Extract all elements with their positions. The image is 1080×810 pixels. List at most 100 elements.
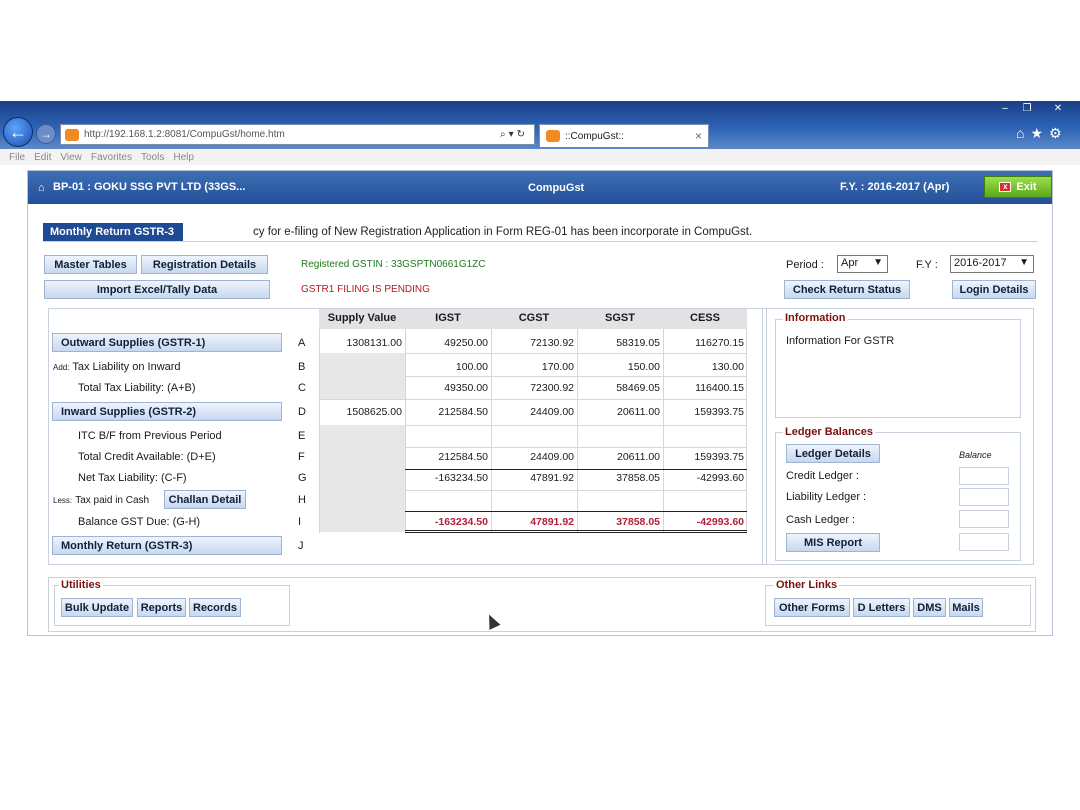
row-label-h: Less: Tax paid in Cash bbox=[53, 494, 149, 506]
header-igst: IGST bbox=[405, 309, 491, 329]
shaded-cells bbox=[319, 353, 405, 399]
grid-line bbox=[405, 447, 747, 448]
inward-supplies-button[interactable]: Inward Supplies (GSTR-2) bbox=[52, 402, 282, 421]
menu-edit[interactable]: Edit bbox=[34, 152, 51, 163]
balance-header: Balance bbox=[959, 450, 992, 460]
news-ticker: cy for e-filing of New Registration Appl… bbox=[253, 226, 753, 238]
cell-a-sgst: 58319.05 bbox=[616, 337, 660, 349]
header-supply-value: Supply Value bbox=[319, 309, 405, 329]
grid-line bbox=[405, 530, 747, 531]
master-tables-button[interactable]: Master Tables bbox=[44, 255, 137, 274]
tab-favicon-icon bbox=[546, 130, 560, 142]
exit-button[interactable]: x Exit bbox=[984, 176, 1052, 198]
close-window-button[interactable]: ✕ bbox=[1040, 101, 1076, 117]
ledger-balances-legend: Ledger Balances bbox=[783, 426, 876, 438]
financial-year: F.Y. : 2016-2017 (Apr) bbox=[840, 181, 950, 193]
cell-d-cgst: 24409.00 bbox=[530, 406, 574, 418]
fy-label: F.Y : bbox=[916, 259, 938, 271]
cell-a-igst: 49250.00 bbox=[444, 337, 488, 349]
grid-line bbox=[405, 329, 406, 533]
home-icon[interactable]: ⌂ bbox=[38, 182, 45, 194]
mails-button[interactable]: Mails bbox=[949, 598, 983, 617]
gear-icon[interactable]: ⚙ bbox=[1049, 125, 1068, 141]
grid-line bbox=[319, 329, 320, 533]
header-sgst: SGST bbox=[577, 309, 663, 329]
login-details-button[interactable]: Login Details bbox=[952, 280, 1036, 299]
liability-ledger-balance bbox=[959, 488, 1009, 506]
fy-select[interactable]: 2016-2017 ▼ bbox=[950, 255, 1034, 273]
back-button[interactable]: ← bbox=[3, 117, 33, 147]
cell-i-sgst: 37858.05 bbox=[616, 516, 660, 528]
home-icon[interactable]: ⌂ bbox=[1016, 125, 1030, 141]
records-button[interactable]: Records bbox=[189, 598, 241, 617]
header-cgst: CGST bbox=[491, 309, 577, 329]
monthly-return-button[interactable]: Monthly Return (GSTR-3) bbox=[52, 536, 282, 555]
cell-c-cgst: 72300.92 bbox=[530, 382, 574, 394]
tab-monthly-return[interactable]: Monthly Return GSTR-3 bbox=[43, 223, 183, 241]
row-letter: E bbox=[298, 430, 306, 442]
information-box bbox=[775, 319, 1021, 418]
tab-title: ::CompuGst:: bbox=[565, 130, 624, 142]
outward-supplies-button[interactable]: Outward Supplies (GSTR-1) bbox=[52, 333, 282, 352]
challan-detail-button[interactable]: Challan Detail bbox=[164, 490, 246, 509]
menu-view[interactable]: View bbox=[60, 152, 82, 163]
row-label-b: Add: Tax Liability on Inward bbox=[53, 361, 181, 373]
registration-details-button[interactable]: Registration Details bbox=[141, 255, 268, 274]
dms-button[interactable]: DMS bbox=[913, 598, 946, 617]
star-icon[interactable]: ★ bbox=[1030, 125, 1049, 141]
cell-d-igst: 212584.50 bbox=[438, 406, 488, 418]
app-header: ⌂ BP-01 : GOKU SSG PVT LTD (33GS... Comp… bbox=[28, 171, 1052, 204]
app-title: CompuGst bbox=[528, 182, 585, 194]
reports-button[interactable]: Reports bbox=[137, 598, 186, 617]
d-letters-button[interactable]: D Letters bbox=[853, 598, 910, 617]
browser-tab[interactable]: ::CompuGst:: × bbox=[539, 124, 709, 147]
ledger-details-button[interactable]: Ledger Details bbox=[786, 444, 880, 463]
row-letter: C bbox=[298, 382, 306, 394]
cell-f-sgst: 20611.00 bbox=[616, 451, 660, 463]
menu-help[interactable]: Help bbox=[173, 152, 194, 163]
header-cess: CESS bbox=[663, 309, 747, 329]
grid-line bbox=[746, 329, 747, 533]
browser-icons[interactable]: ⌂★⚙ bbox=[1016, 125, 1068, 142]
cell-d-cess: 159393.75 bbox=[694, 406, 744, 418]
other-forms-button[interactable]: Other Forms bbox=[774, 598, 850, 617]
menu-file[interactable]: File bbox=[9, 152, 25, 163]
registered-gstin: Registered GSTIN : 33GSPTN0661G1ZC bbox=[301, 259, 486, 270]
fy-value: 2016-2017 bbox=[954, 257, 1007, 269]
cell-c-igst: 49350.00 bbox=[444, 382, 488, 394]
minimize-button[interactable]: – bbox=[994, 101, 1016, 117]
utilities-legend: Utilities bbox=[59, 579, 103, 591]
cell-g-cess: -42993.60 bbox=[696, 472, 744, 484]
bulk-update-button[interactable]: Bulk Update bbox=[61, 598, 133, 617]
address-bar[interactable]: http://192.168.1.2:8081/CompuGst/home.ht… bbox=[60, 124, 535, 145]
cell-g-sgst: 37858.05 bbox=[616, 472, 660, 484]
menu-tools[interactable]: Tools bbox=[141, 152, 164, 163]
import-excel-button[interactable]: Import Excel/Tally Data bbox=[44, 280, 270, 299]
cell-i-cgst: 47891.92 bbox=[530, 516, 574, 528]
grid-line bbox=[577, 329, 578, 533]
less-prefix: Less: bbox=[53, 496, 73, 505]
mis-report-button[interactable]: MIS Report bbox=[786, 533, 880, 552]
exit-label: Exit bbox=[1016, 181, 1037, 193]
period-label: Period : bbox=[786, 259, 824, 271]
address-url[interactable]: http://192.168.1.2:8081/CompuGst/home.ht… bbox=[84, 129, 500, 140]
app-window: ⌂ BP-01 : GOKU SSG PVT LTD (33GS... Comp… bbox=[27, 170, 1053, 636]
row-label-c: Total Tax Liability: (A+B) bbox=[78, 382, 196, 394]
period-value: Apr bbox=[841, 257, 859, 269]
cash-ledger-label: Cash Ledger : bbox=[786, 514, 856, 526]
cell-b-igst: 100.00 bbox=[455, 361, 488, 373]
check-return-status-button[interactable]: Check Return Status bbox=[784, 280, 910, 299]
row-letter: B bbox=[298, 361, 306, 373]
row-letter: J bbox=[298, 540, 304, 552]
forward-button[interactable]: → bbox=[36, 124, 56, 144]
credit-ledger-balance bbox=[959, 467, 1009, 485]
tab-close-icon[interactable]: × bbox=[695, 129, 702, 143]
period-select[interactable]: Apr ▼ bbox=[837, 255, 888, 273]
grid-line bbox=[405, 376, 747, 377]
search-refresh-icon[interactable]: ⌕▾↻ bbox=[500, 129, 528, 140]
liability-ledger-label: Liability Ledger : bbox=[786, 491, 867, 503]
tax-grid: Supply Value IGST CGST SGST CESS 1308131… bbox=[319, 309, 747, 533]
maximize-button[interactable]: ❐ bbox=[1016, 101, 1038, 117]
cell-d-supply: 1508625.00 bbox=[346, 406, 402, 418]
menu-favorites[interactable]: Favorites bbox=[91, 152, 132, 163]
